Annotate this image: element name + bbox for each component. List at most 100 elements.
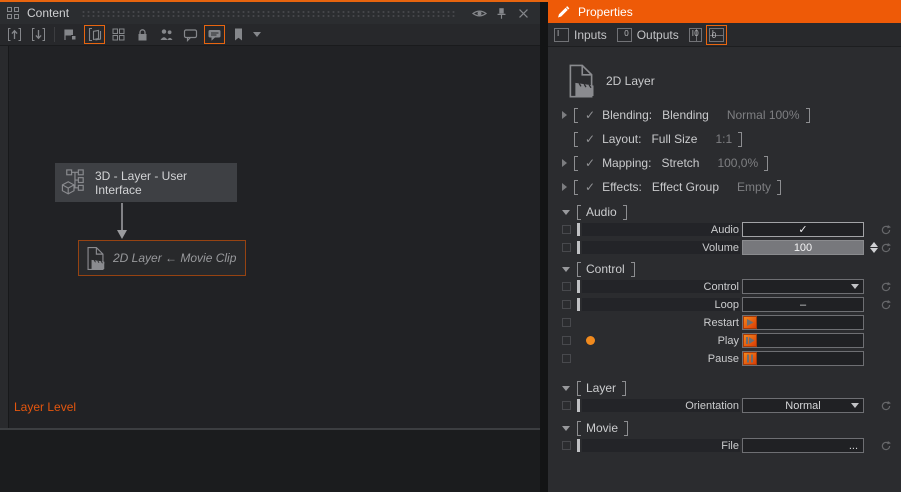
file-browse-field[interactable]: ... bbox=[742, 438, 864, 453]
enabled-check[interactable]: ✓ bbox=[585, 108, 595, 122]
keyframe-bar bbox=[577, 223, 580, 236]
loop-value-field[interactable]: – bbox=[742, 297, 864, 312]
pin-icon[interactable] bbox=[490, 4, 512, 22]
prop-row-file: File ... bbox=[560, 437, 892, 454]
keyframe-bar bbox=[577, 241, 580, 254]
titlebar-texture bbox=[81, 10, 456, 19]
spinner-arrows[interactable] bbox=[870, 242, 878, 253]
expand-icon[interactable] bbox=[562, 111, 574, 119]
eye-icon[interactable] bbox=[468, 4, 490, 22]
group-header-audio[interactable]: Audio bbox=[560, 203, 892, 221]
bracket-close bbox=[806, 108, 810, 123]
node-canvas[interactable]: 3D - Layer - User Interface 2D Layer ← M… bbox=[0, 46, 540, 430]
enabled-check[interactable]: ✓ bbox=[585, 132, 595, 146]
expand-icon[interactable] bbox=[562, 159, 574, 167]
bracket-open bbox=[577, 421, 581, 436]
reset-icon[interactable] bbox=[880, 299, 892, 311]
import-down-icon[interactable] bbox=[28, 25, 49, 44]
io-stacked-icon-selected[interactable]: I0 bbox=[706, 25, 727, 45]
keyframe-bar bbox=[577, 399, 580, 412]
prop-row-pause: Pause bbox=[560, 350, 892, 367]
keyframe-bar bbox=[577, 439, 580, 452]
group-header-movie[interactable]: Movie bbox=[560, 419, 892, 437]
panel-title: Content bbox=[27, 6, 69, 20]
prop-row-control: Control bbox=[560, 278, 892, 295]
users-icon[interactable] bbox=[156, 25, 177, 44]
control-dropdown[interactable] bbox=[742, 279, 864, 294]
volume-slider-field[interactable]: 100 bbox=[742, 240, 864, 255]
bookmark-icon[interactable] bbox=[228, 25, 249, 44]
accent-strip bbox=[0, 0, 548, 2]
content-panel: Content bbox=[0, 0, 540, 492]
bracket-open bbox=[577, 381, 581, 396]
properties-toolbar: I Inputs 0 Outputs I0 I0 bbox=[548, 23, 901, 47]
layers-icon-selected[interactable] bbox=[84, 25, 105, 44]
close-icon[interactable] bbox=[512, 4, 534, 22]
grid-icon[interactable] bbox=[108, 25, 129, 44]
label-strip: Loop bbox=[582, 298, 740, 311]
collapse-icon[interactable] bbox=[562, 426, 570, 431]
summary-row-mapping[interactable]: ✓ Mapping: Stretch 100,0% bbox=[560, 151, 892, 175]
reset-icon[interactable] bbox=[880, 224, 892, 236]
outputs-label[interactable]: Outputs bbox=[637, 28, 679, 42]
audio-toggle-field[interactable]: ✓ bbox=[742, 222, 864, 237]
outputs-icon[interactable]: 0 bbox=[617, 28, 632, 42]
flag-marker-icon[interactable] bbox=[60, 25, 81, 44]
bind-checkbox[interactable] bbox=[562, 243, 571, 252]
label-strip: Control bbox=[582, 280, 740, 293]
prop-row-restart: Restart bbox=[560, 314, 892, 331]
bind-checkbox[interactable] bbox=[562, 225, 571, 234]
inputs-label[interactable]: Inputs bbox=[574, 28, 607, 42]
summary-row-effects[interactable]: ✓ Effects: Effect Group Empty bbox=[560, 175, 892, 199]
pause-button[interactable] bbox=[742, 351, 864, 366]
enabled-check[interactable]: ✓ bbox=[585, 156, 595, 170]
lock-icon[interactable] bbox=[132, 25, 153, 44]
collapse-icon[interactable] bbox=[562, 210, 570, 215]
bind-checkbox[interactable] bbox=[562, 354, 571, 363]
bind-checkbox[interactable] bbox=[562, 300, 571, 309]
io-side-by-side-icon[interactable]: I0 bbox=[689, 28, 702, 42]
play-button[interactable] bbox=[742, 333, 864, 348]
bind-checkbox[interactable] bbox=[562, 282, 571, 291]
toolbar-separator bbox=[54, 27, 55, 42]
bind-checkbox[interactable] bbox=[562, 336, 571, 345]
orientation-dropdown[interactable]: Normal bbox=[742, 398, 864, 413]
collapse-icon[interactable] bbox=[562, 267, 570, 272]
scene-tree-icon bbox=[60, 168, 89, 197]
bookmark-dropdown-caret[interactable] bbox=[253, 32, 261, 37]
reset-icon[interactable] bbox=[880, 400, 892, 412]
bracket-open bbox=[577, 262, 581, 277]
bottom-void bbox=[0, 430, 540, 492]
label-strip: Audio bbox=[582, 223, 740, 236]
bind-checkbox[interactable] bbox=[562, 401, 571, 410]
enabled-check[interactable]: ✓ bbox=[585, 180, 595, 194]
export-up-icon[interactable] bbox=[4, 25, 25, 44]
group-header-control[interactable]: Control bbox=[560, 260, 892, 278]
node-2d-layer-movie-clip[interactable]: 2D Layer ← Movie Clip bbox=[78, 240, 246, 276]
movie-layer-icon bbox=[85, 245, 106, 272]
collapse-icon[interactable] bbox=[562, 386, 570, 391]
restart-button[interactable] bbox=[742, 315, 864, 330]
reset-icon[interactable] bbox=[880, 440, 892, 452]
reset-icon[interactable] bbox=[880, 281, 892, 293]
comment-filled-icon-selected[interactable] bbox=[204, 25, 225, 44]
bracket-close bbox=[622, 381, 626, 396]
inputs-icon[interactable]: I bbox=[554, 28, 569, 42]
group-header-layer[interactable]: Layer bbox=[560, 379, 892, 397]
bracket-close bbox=[624, 421, 628, 436]
summary-row-layout[interactable]: ✓ Layout: Full Size 1:1 bbox=[560, 127, 892, 151]
bracket-close bbox=[738, 132, 742, 147]
bind-checkbox[interactable] bbox=[562, 441, 571, 450]
panel-divider[interactable] bbox=[540, 0, 548, 492]
summary-row-blending[interactable]: ✓ Blending: Blending Normal 100% bbox=[560, 103, 892, 127]
app-window: Content bbox=[0, 0, 901, 492]
comment-icon[interactable] bbox=[180, 25, 201, 44]
dropdown-arrow bbox=[851, 284, 859, 289]
keyframe-bar bbox=[577, 280, 580, 293]
node-3d-layer-user-interface[interactable]: 3D - Layer - User Interface bbox=[55, 163, 237, 202]
expand-icon[interactable] bbox=[562, 183, 574, 191]
bind-checkbox[interactable] bbox=[562, 318, 571, 327]
properties-title: Properties bbox=[578, 5, 633, 19]
dropdown-arrow bbox=[851, 403, 859, 408]
reset-icon[interactable] bbox=[880, 242, 892, 254]
